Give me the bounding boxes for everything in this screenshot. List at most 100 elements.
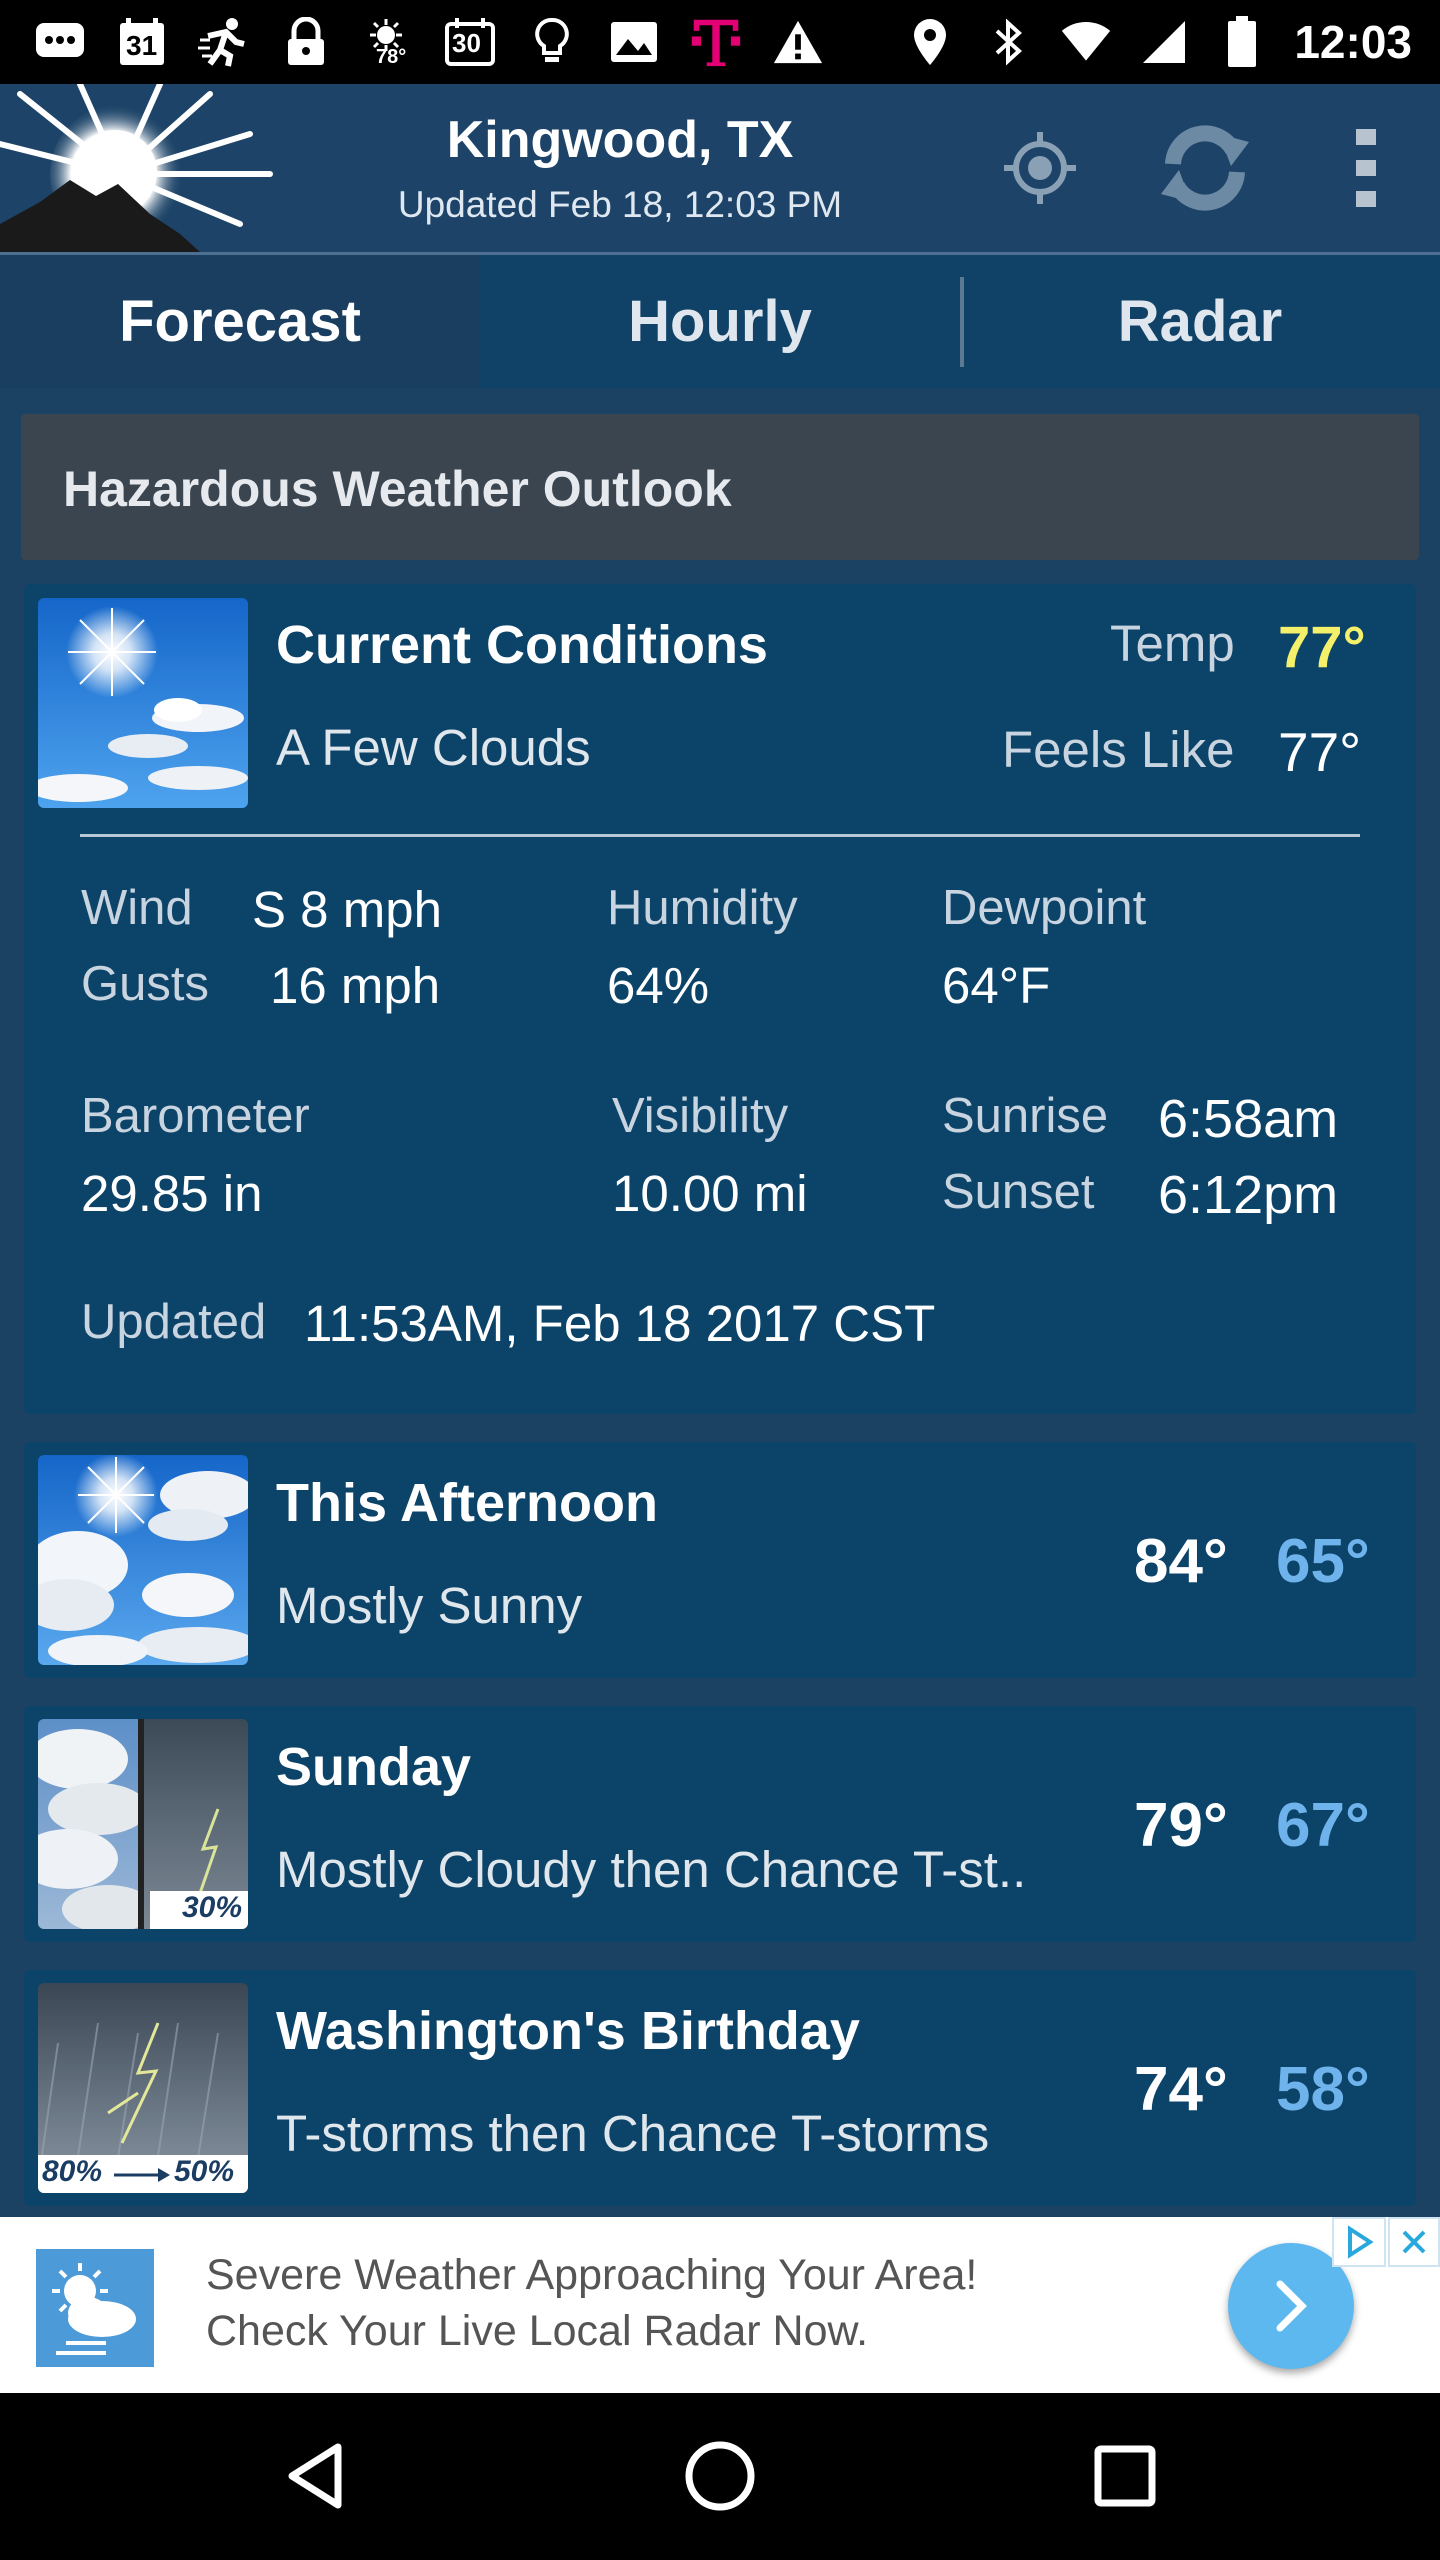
crosshair-icon — [1004, 132, 1076, 204]
high-temp: 79° — [1134, 1791, 1228, 1860]
lock-icon — [280, 16, 332, 68]
system-nav-bar — [0, 2393, 1440, 2560]
sunrise-value: 6:58am — [1158, 1089, 1339, 1149]
sunset-value: 6:12pm — [1158, 1165, 1339, 1225]
forecast-condition: T-storms then Chance T-storms — [276, 2105, 990, 2162]
bluetooth-icon — [982, 16, 1034, 68]
thirty-icon: 30 — [444, 16, 496, 68]
arrow-right-icon — [114, 2168, 170, 2182]
visibility-label: Visibility — [612, 1089, 789, 1143]
ad-text: Severe Weather Approaching Your Area! Ch… — [206, 2247, 977, 2359]
barometer-label: Barometer — [81, 1089, 310, 1143]
humidity-value: 64% — [607, 957, 710, 1014]
low-temp: 58° — [1276, 2055, 1370, 2124]
visibility-value: 10.00 mi — [612, 1165, 808, 1222]
obs-updated-value: 11:53AM, Feb 18 2017 CST — [304, 1295, 936, 1352]
calendar-icon: 31 — [116, 16, 168, 68]
close-icon — [1402, 2230, 1426, 2254]
precip-to-badge: 50% — [174, 2155, 235, 2188]
app-logo — [0, 81, 280, 252]
weather-icon: 78° — [362, 16, 414, 68]
tstorms-image: 80% 50% — [38, 1983, 248, 2193]
forecast-title: This Afternoon — [276, 1473, 658, 1533]
ad-banner[interactable]: Severe Weather Approaching Your Area! Ch… — [0, 2217, 1440, 2393]
precip-badge: 30% — [182, 1891, 243, 1924]
gusts-label: Gusts — [81, 957, 209, 1011]
adchoices-icon — [1348, 2225, 1374, 2259]
ad-line-2: Check Your Live Local Radar Now. — [206, 2307, 869, 2355]
recents-button[interactable] — [1080, 2431, 1170, 2521]
tab-radar[interactable]: Radar — [960, 255, 1440, 388]
fitness-icon — [198, 16, 250, 68]
home-icon — [685, 2441, 755, 2511]
forecast-condition: Mostly Cloudy then Chance T-st.. — [276, 1841, 1027, 1898]
recents-icon — [1094, 2445, 1156, 2507]
forecast-condition: Mostly Sunny — [276, 1577, 583, 1634]
forecast-title: Washington's Birthday — [276, 2001, 860, 2061]
forecast-item-washingtons-birthday[interactable]: 80% 50% Washington's Birthday T-storms t… — [24, 1970, 1416, 2206]
divider — [80, 834, 1360, 837]
current-conditions-title: Current Conditions — [276, 615, 768, 675]
temp-label: Temp — [1110, 615, 1235, 672]
current-conditions-card[interactable]: Current Conditions A Few Clouds Temp 77°… — [24, 584, 1416, 1414]
temp-value: 77° — [1278, 615, 1366, 680]
refresh-button[interactable] — [1150, 118, 1260, 218]
humidity-label: Humidity — [607, 881, 798, 935]
high-temp: 84° — [1134, 1527, 1228, 1596]
tmobile-icon — [690, 16, 742, 68]
ad-close-button[interactable] — [1388, 2217, 1440, 2267]
feels-like-value: 77° — [1278, 721, 1362, 783]
refresh-icon — [1161, 125, 1249, 211]
barometer-value: 29.85 in — [81, 1165, 263, 1222]
sunset-label: Sunset — [942, 1165, 1095, 1219]
locate-button[interactable] — [990, 118, 1090, 218]
location-icon — [904, 16, 956, 68]
warning-icon — [772, 16, 824, 68]
wifi-icon — [1060, 16, 1112, 68]
ad-weather-icon — [36, 2249, 154, 2367]
location-title[interactable]: Kingwood, TX — [350, 110, 890, 170]
tab-bar: Forecast Hourly Radar — [0, 255, 1440, 388]
back-icon — [288, 2443, 342, 2509]
overflow-menu-button[interactable] — [1316, 118, 1416, 218]
high-temp: 74° — [1134, 2055, 1228, 2124]
tab-radar-label: Radar — [1117, 289, 1283, 354]
message-icon — [34, 16, 86, 68]
more-vert-icon — [1356, 129, 1376, 207]
low-temp: 65° — [1276, 1527, 1370, 1596]
forecast-item-sunday[interactable]: 30% Sunday Mostly Cloudy then Chance T-s… — [24, 1706, 1416, 1942]
home-button[interactable] — [675, 2431, 765, 2521]
few-clouds-image — [38, 598, 248, 808]
feels-like-label: Feels Like — [1002, 721, 1235, 778]
wind-label: Wind — [81, 881, 193, 935]
tab-forecast[interactable]: Forecast — [0, 255, 480, 388]
hazardous-weather-banner[interactable]: Hazardous Weather Outlook — [21, 414, 1419, 560]
cloudy-then-storm-image: 30% — [38, 1719, 248, 1929]
precip-from-badge: 80% — [42, 2155, 103, 2188]
dewpoint-label: Dewpoint — [942, 881, 1147, 935]
wind-value: S 8 mph — [252, 881, 442, 938]
dewpoint-value: 64°F — [942, 957, 1051, 1014]
mostly-sunny-image — [38, 1455, 248, 1665]
obs-updated-label: Updated — [81, 1295, 267, 1349]
current-condition-text: A Few Clouds — [276, 719, 591, 776]
battery-icon — [1216, 16, 1268, 68]
sunrise-label: Sunrise — [942, 1089, 1109, 1143]
ad-line-1: Severe Weather Approaching Your Area! — [206, 2251, 978, 2299]
bulb-icon — [526, 16, 578, 68]
low-temp: 67° — [1276, 1791, 1370, 1860]
signal-icon — [1138, 16, 1190, 68]
gusts-value: 16 mph — [270, 957, 441, 1014]
updated-time: Updated Feb 18, 12:03 PM — [397, 184, 843, 225]
chevron-right-icon — [1276, 2280, 1307, 2332]
tab-hourly[interactable]: Hourly — [480, 255, 960, 388]
clock: 12:03 — [1294, 16, 1412, 68]
app-header: Kingwood, TX Updated Feb 18, 12:03 PM — [0, 81, 1440, 255]
back-button[interactable] — [272, 2431, 362, 2521]
status-bar: 31 78° 30 12:03 — [0, 0, 1440, 84]
tab-divider — [960, 277, 964, 367]
forecast-title: Sunday — [276, 1737, 472, 1797]
adchoices-button[interactable] — [1332, 2217, 1386, 2267]
forecast-item-this-afternoon[interactable]: This Afternoon Mostly Sunny 84° 65° — [24, 1442, 1416, 1678]
image-icon — [608, 16, 660, 68]
